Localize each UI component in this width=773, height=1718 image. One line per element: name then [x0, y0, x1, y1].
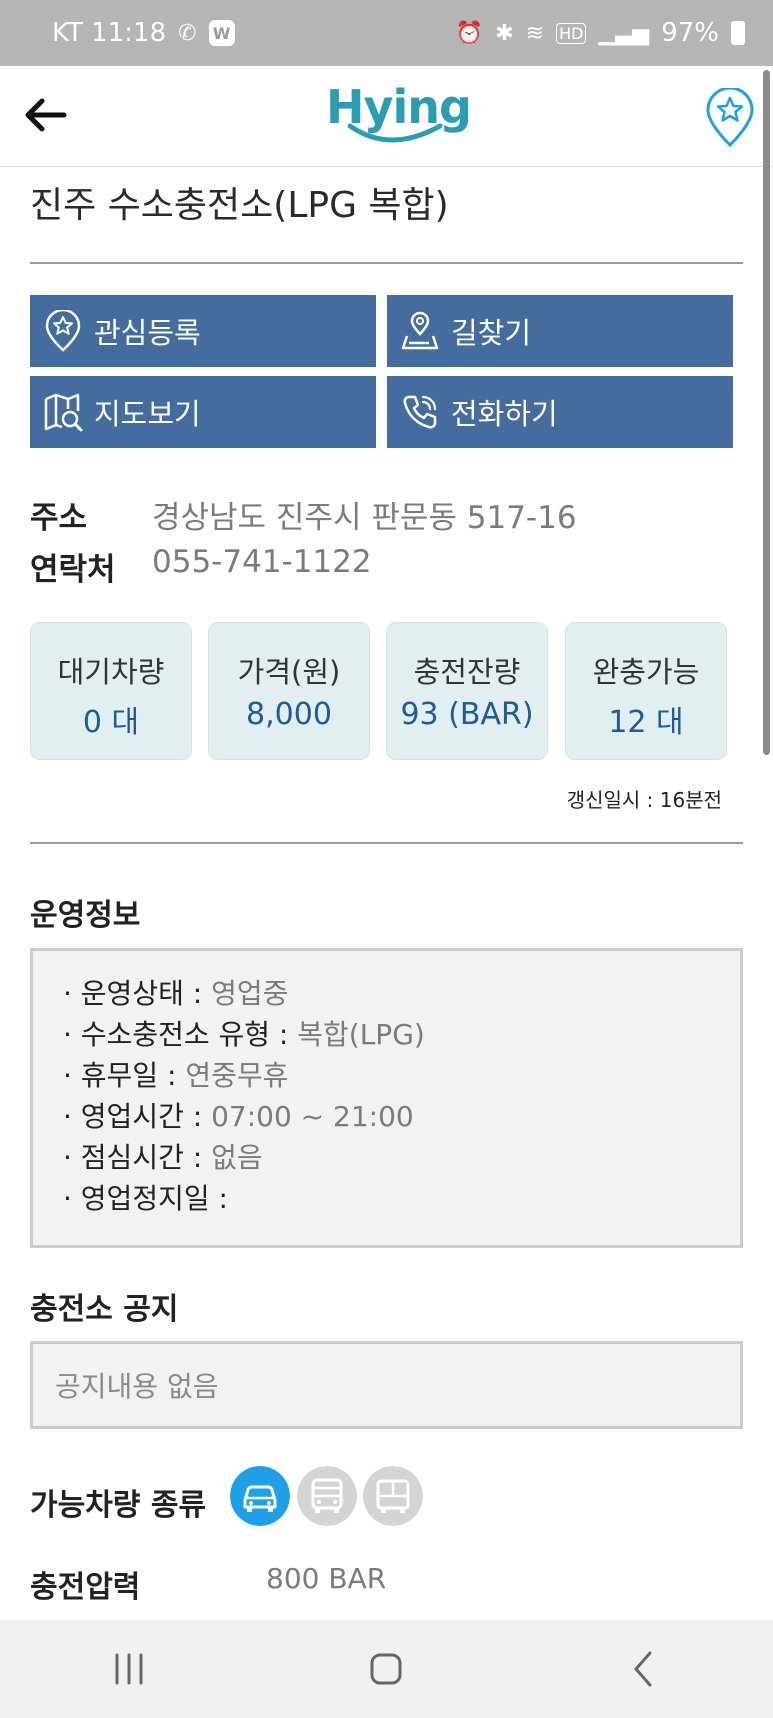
contact-value[interactable]: 055-741-1122: [152, 544, 372, 589]
pressure-value: 800 BAR: [266, 1562, 387, 1595]
call-label: 전화하기: [451, 397, 558, 431]
directions-label: 길찾기: [451, 316, 532, 350]
phone-icon: [403, 395, 437, 429]
truck-icon: [363, 1466, 423, 1526]
op-status: · 운영상태 : 영업중: [63, 977, 289, 1010]
stat-label: 완충가능: [592, 655, 700, 689]
section-divider: [30, 842, 743, 844]
favorite-button[interactable]: 관심등록: [30, 295, 376, 367]
directions-button[interactable]: 길찾기: [387, 295, 733, 367]
scrollbar[interactable]: [763, 70, 770, 755]
stat-waiting-vehicles: 대기차량 0 대: [30, 622, 192, 760]
pressure-label: 충전압력: [30, 1570, 141, 1605]
notice-title: 충전소 공지: [30, 1292, 179, 1327]
vehicle-types-label: 가능차량 종류: [30, 1488, 207, 1523]
op-type: · 수소충전소 유형 : 복합(LPG): [63, 1018, 425, 1051]
app-header: Hying: [0, 66, 773, 167]
signal-icon: ▁▃▅: [598, 20, 650, 46]
wifi-icon: ≋: [525, 20, 545, 46]
battery-percent: 97%: [661, 18, 719, 48]
bus-icon: [297, 1466, 357, 1526]
favorite-pin-icon: [45, 310, 81, 352]
map-search-icon: [44, 393, 83, 432]
title-divider: [30, 262, 743, 264]
op-lunch: · 점심시간 : 없음: [63, 1141, 263, 1174]
system-back-icon[interactable]: [624, 1649, 664, 1689]
address-label: 주소: [30, 500, 88, 536]
op-hours: · 영업시간 : 07:00 ~ 21:00: [63, 1100, 414, 1133]
updated-time: 갱신일시 : 16분전: [566, 788, 722, 812]
notice-box: 공지내용 없음: [30, 1341, 743, 1429]
map-view-label: 지도보기: [94, 397, 201, 431]
hd-icon: HD: [556, 22, 587, 44]
home-icon[interactable]: [366, 1649, 406, 1689]
operation-title: 운영정보: [30, 898, 141, 933]
notice-content: 공지내용 없음: [55, 1370, 219, 1403]
stat-value: 93 (BAR): [400, 697, 534, 732]
favorite-label: 관심등록: [94, 316, 201, 350]
call-button[interactable]: 전화하기: [387, 376, 733, 448]
station-title: 진주 수소충전소(LPG 복합): [30, 185, 449, 226]
car-icon: [230, 1466, 290, 1526]
map-view-button[interactable]: 지도보기: [30, 376, 376, 448]
op-holiday: · 휴무일 : 연중무휴: [63, 1059, 289, 1092]
op-suspension: · 영업정지일 :: [63, 1182, 228, 1215]
stat-label: 충전잔량: [413, 655, 521, 689]
stat-value: 8,000: [246, 697, 332, 732]
route-icon: [401, 311, 439, 350]
logo-swoosh-icon: [347, 123, 443, 143]
address-value: 경상남도 진주시 판문동 517-16: [152, 500, 577, 536]
system-nav-bar: [0, 1620, 773, 1718]
stat-label: 가격(원): [237, 655, 341, 689]
stat-remaining-charge: 충전잔량 93 (BAR): [386, 622, 548, 760]
operation-info-box: · 운영상태 : 영업중 · 수소충전소 유형 : 복합(LPG) · 휴무일 …: [30, 948, 743, 1248]
alarm-icon: ⏰: [455, 20, 484, 46]
recent-apps-icon[interactable]: [109, 1649, 149, 1689]
back-arrow-icon[interactable]: [20, 90, 70, 140]
w-app-icon: W: [208, 20, 235, 46]
status-bar: KT 11:18 ✆ W ⏰ ✱ ≋ HD ▁▃▅ 97%: [0, 0, 773, 66]
contact-row: 연락처 055-741-1122: [30, 544, 372, 589]
hying-logo: Hying: [320, 80, 472, 150]
bluetooth-icon: ✱: [495, 20, 514, 46]
stat-label: 대기차량: [57, 655, 165, 689]
satellite-icon: ✆: [178, 20, 197, 46]
favorite-location-icon[interactable]: [704, 88, 756, 148]
battery-icon: [731, 21, 745, 45]
stat-value: 0 대: [82, 705, 140, 740]
stat-price: 가격(원) 8,000: [208, 622, 370, 760]
contact-label: 연락처: [30, 552, 116, 588]
stat-full-charge-available: 완충가능 12 대: [565, 622, 727, 760]
address-row: 주소 경상남도 진주시 판문동 517-16: [30, 492, 577, 537]
stat-value: 12 대: [608, 705, 684, 740]
carrier-time: KT 11:18: [52, 18, 167, 48]
